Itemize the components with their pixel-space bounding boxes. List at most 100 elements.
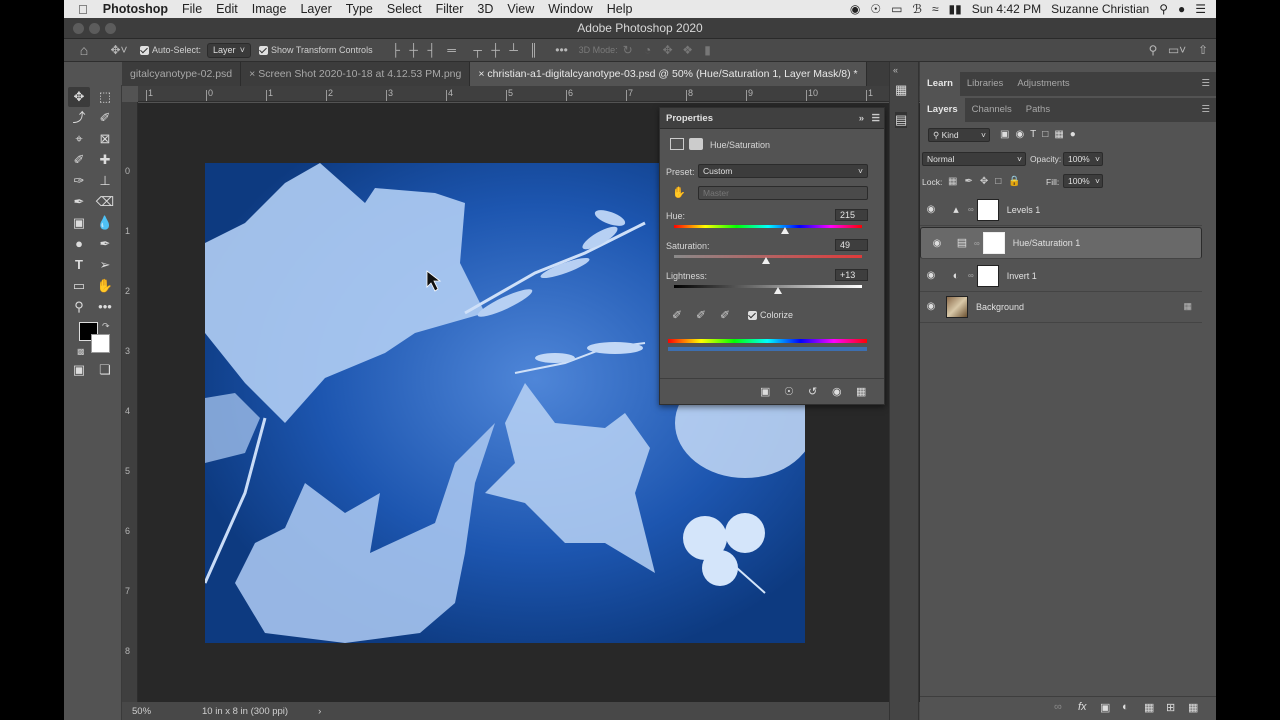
move-tool-icon[interactable]: ✥ [68, 87, 90, 107]
record-icon[interactable]: ◉ [850, 2, 860, 16]
edit-toolbar-icon[interactable]: ••• [94, 297, 116, 317]
status-arrow-icon[interactable]: › [288, 706, 321, 717]
zoom-tool-icon[interactable]: ⚲ [68, 297, 90, 317]
quick-select-tool-icon[interactable]: ✐ [94, 108, 116, 128]
menu-layer[interactable]: Layer [293, 2, 338, 16]
filter-kind-dropdown[interactable]: ⚲ Kind ˅ [928, 128, 990, 142]
new-adjustment-icon[interactable]: ◐ [1122, 701, 1129, 713]
healing-tool-icon[interactable]: ✚ [94, 150, 116, 170]
menu-window[interactable]: Window [541, 2, 599, 16]
lightness-value[interactable]: +13 [835, 269, 868, 281]
rectangle-tool-icon[interactable]: ▭ [68, 276, 90, 296]
lock-icons[interactable]: ▦✒✥□🔒 [948, 176, 1028, 187]
hand-tool-icon[interactable]: ✋ [94, 276, 116, 296]
layer-name[interactable]: Background [976, 302, 1024, 312]
tab-doc-1[interactable]: gitalcyanotype-02.psd [122, 62, 242, 86]
colorize-checkbox[interactable]: Colorize [748, 310, 793, 321]
marquee-tool-icon[interactable]: ⬚ [94, 87, 116, 107]
hue-value[interactable]: 215 [835, 209, 868, 221]
pen-tool-icon[interactable]: ✒ [94, 234, 116, 254]
trash-icon[interactable]: ▦ [1188, 701, 1198, 714]
eye-icon[interactable]: ◉ [920, 204, 942, 215]
home-icon[interactable]: ⌂ [64, 42, 104, 58]
align-hcenter-icon[interactable]: ┼ [405, 43, 423, 57]
layer-name[interactable]: Levels 1 [1007, 205, 1041, 215]
layer-mask-thumbnail[interactable] [976, 198, 999, 221]
eye-icon[interactable]: ◉ [926, 238, 948, 249]
layer-row[interactable]: ◉ Background ▦ [920, 291, 1202, 323]
layer-mask-thumbnail[interactable] [976, 264, 999, 287]
minimize-window-icon[interactable] [89, 23, 100, 34]
eye-icon[interactable]: ◉ [920, 301, 942, 312]
3d-pan-icon[interactable]: ✥ [658, 43, 678, 57]
layer-filter-icons[interactable]: ▣◉T□▦● [1000, 129, 1082, 140]
panel-menu-icon[interactable]: ☰ [1201, 72, 1216, 96]
transform-controls-checkbox[interactable]: Show Transform Controls [259, 45, 373, 56]
add-mask-icon[interactable]: ▣ [1100, 701, 1110, 714]
tab-layers[interactable]: Layers [920, 98, 965, 122]
hand-adjust-icon[interactable]: ✋ [672, 186, 686, 199]
blend-mode-dropdown[interactable]: Normal ˅ [922, 152, 1026, 166]
opacity-field[interactable]: 100% ˅ [1063, 152, 1103, 166]
eyedropper-plus-icon[interactable]: ✐ [696, 308, 706, 322]
tab-libraries[interactable]: Libraries [960, 72, 1010, 96]
tab-learn[interactable]: Learn [920, 72, 960, 96]
eyedropper-minus-icon[interactable]: ✐ [720, 308, 730, 322]
tab-close-icon[interactable]: × [249, 68, 258, 80]
close-window-icon[interactable] [73, 23, 84, 34]
layer-row-selected[interactable]: ◉ ▤ ∞ Hue/Saturation 1 [920, 227, 1202, 259]
menu-image[interactable]: Image [245, 2, 294, 16]
history-panel-icon[interactable]: ▦ [895, 82, 907, 98]
saturation-value[interactable]: 49 [835, 239, 868, 251]
auto-select-dropdown[interactable]: Layer ˅ [207, 42, 252, 58]
3d-orbit-icon[interactable]: ↻ [618, 43, 638, 57]
eyedropper-tool-icon[interactable]: ✐ [68, 150, 90, 170]
expand-panels-icon[interactable]: « [893, 65, 898, 75]
saturation-slider-thumb[interactable] [762, 257, 770, 264]
menu-app[interactable]: Photoshop [96, 2, 175, 16]
layer-mask-thumbnail[interactable] [982, 232, 1005, 254]
history-brush-tool-icon[interactable]: ✒ [68, 192, 90, 212]
background-color-swatch[interactable] [91, 334, 110, 353]
3d-roll-icon[interactable]: ◔ [638, 43, 658, 57]
swap-colors-icon[interactable]: ↷ [102, 321, 110, 332]
panel-menu-icon[interactable]: ☰ [1201, 98, 1216, 122]
layer-name[interactable]: Hue/Saturation 1 [1013, 238, 1081, 248]
layer-row[interactable]: ◉ ▴ ∞ Levels 1 [920, 194, 1202, 226]
siri-icon[interactable]: ● [1178, 2, 1185, 16]
properties-panel-icon[interactable]: ▤ [895, 112, 908, 128]
background-thumbnail[interactable] [946, 295, 968, 318]
share-icon[interactable]: ⇧ [1190, 43, 1216, 57]
view-previous-icon[interactable]: ☉ [784, 385, 794, 398]
apple-icon[interactable]:  [64, 2, 96, 17]
menu-filter[interactable]: Filter [429, 2, 471, 16]
path-select-tool-icon[interactable]: ➢ [94, 255, 116, 275]
menu-type[interactable]: Type [339, 2, 380, 16]
menu-3d[interactable]: 3D [470, 2, 500, 16]
new-layer-icon[interactable]: ⊞ [1166, 701, 1175, 714]
tab-paths[interactable]: Paths [1019, 98, 1057, 122]
hue-slider-thumb[interactable] [781, 227, 789, 234]
crop-tool-icon[interactable]: ⌖ [68, 129, 90, 149]
align-top-icon[interactable]: ┬ [469, 43, 487, 57]
tab-doc-3[interactable]: × christian-a1-digitalcyanotype-03.psd @… [470, 62, 867, 86]
tab-doc-2[interactable]: × Screen Shot 2020-10-18 at 4.12.53 PM.p… [241, 62, 471, 86]
clip-to-layer-icon[interactable]: ▣ [760, 385, 770, 398]
visibility-icon[interactable]: ◉ [832, 385, 842, 398]
trash-icon[interactable]: ▦ [856, 385, 866, 398]
hue-slider-track[interactable] [674, 225, 862, 228]
auto-select-checkbox[interactable]: Auto-Select: [140, 45, 201, 56]
fill-field[interactable]: 100% ˅ [1063, 174, 1103, 188]
tab-adjustments[interactable]: Adjustments [1010, 72, 1076, 96]
align-right-icon[interactable]: ┤ [423, 43, 441, 57]
blur-tool-icon[interactable]: 💧 [94, 213, 116, 233]
workspace-icon[interactable]: ▭˅ [1164, 43, 1190, 57]
align-vcenter-icon[interactable]: ┼ [487, 43, 505, 57]
menu-view[interactable]: View [500, 2, 541, 16]
stamp-tool-icon[interactable]: ⊥ [94, 171, 116, 191]
layer-row[interactable]: ◉ ◐ ∞ Invert 1 [920, 260, 1202, 292]
new-group-icon[interactable]: ▦ [1144, 701, 1154, 714]
channel-dropdown[interactable]: Master [698, 186, 868, 200]
type-tool-icon[interactable]: T [68, 255, 90, 275]
menu-help[interactable]: Help [600, 2, 640, 16]
